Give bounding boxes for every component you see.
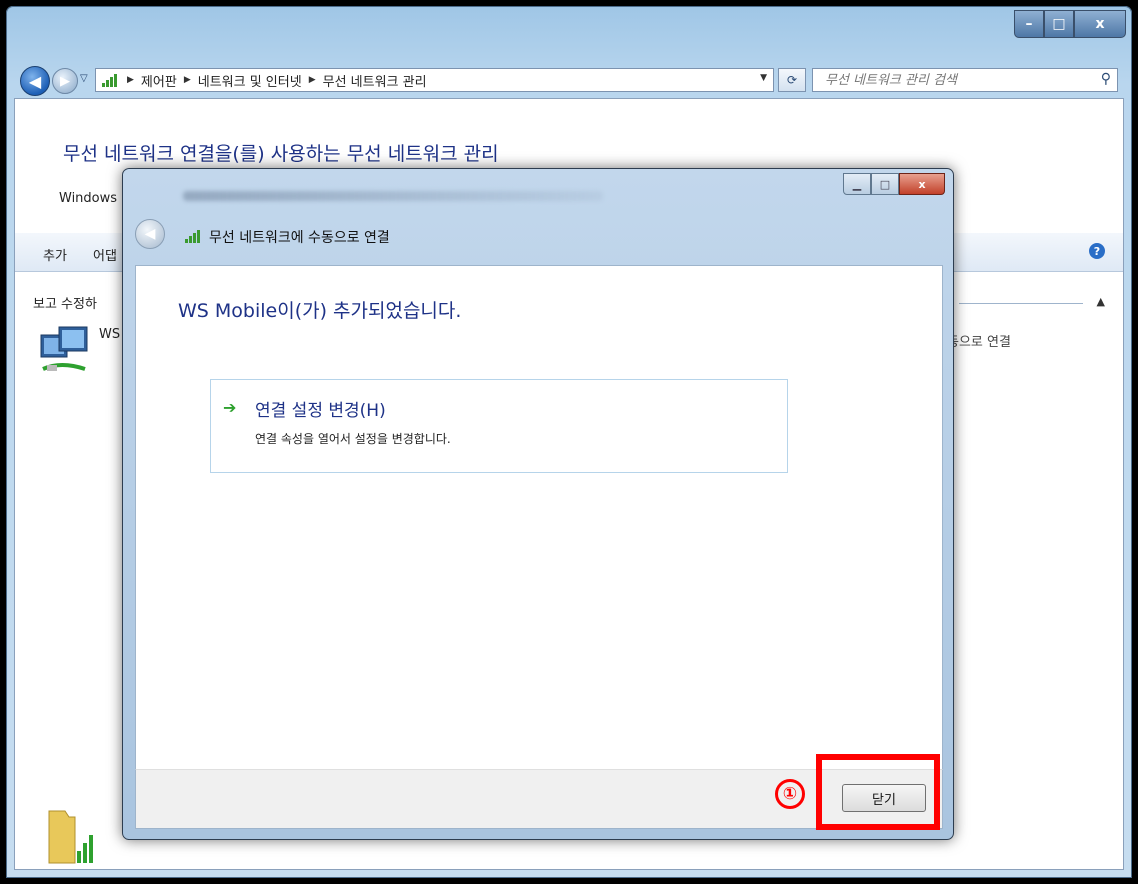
dialog-body: WS Mobile이(가) 추가되었습니다. ➔ 연결 설정 변경(H) 연결 … [135, 265, 943, 771]
connect-wireless-dialog: ▁ □ x ◀ 무선 네트워크에 수동으로 연결 WS Mobile이(가) 추… [122, 168, 954, 840]
step-number-badge: ① [775, 779, 805, 809]
collapse-chevron-icon[interactable]: ▲ [1097, 295, 1105, 308]
forward-arrow-icon[interactable]: ▶ [52, 68, 78, 94]
breadcrumb-separator-icon[interactable]: ▶ [184, 75, 191, 85]
green-arrow-icon: ➔ [223, 398, 237, 417]
change-connection-settings-link[interactable]: ➔ 연결 설정 변경(H) 연결 속성을 열어서 설정을 변경합니다. [210, 379, 788, 473]
address-dropdown-icon[interactable]: ▼ [760, 73, 767, 83]
breadcrumb-network-internet[interactable]: 네트워크 및 인터넷 [198, 71, 302, 90]
wireless-signal-icon [102, 73, 120, 87]
network-item-name[interactable]: WS [99, 327, 120, 342]
dialog-minimize-button[interactable]: ▁ [843, 173, 871, 195]
wireless-folder-icon [48, 810, 93, 864]
dialog-titlebar-blur [183, 191, 603, 201]
network-item-status: 동으로 연결 [947, 335, 1011, 350]
option-description: 연결 속성을 열어서 설정을 변경합니다. [255, 432, 451, 446]
add-command[interactable]: 추가 [43, 245, 67, 264]
breadcrumb-wireless-manage[interactable]: 무선 네트워크 관리 [323, 71, 427, 90]
option-title: 연결 설정 변경(H) [255, 401, 386, 421]
group-divider [959, 303, 1083, 304]
search-input[interactable] [813, 69, 1067, 92]
adapter-command[interactable]: 어댑 [93, 245, 117, 264]
search-icon[interactable]: ⚲ [1101, 71, 1111, 87]
maximize-button[interactable]: □ [1044, 10, 1074, 38]
history-dropdown-icon[interactable]: ▽ [80, 73, 88, 84]
help-icon[interactable]: ? [1089, 243, 1105, 259]
breadcrumb-separator-icon[interactable]: ▶ [127, 75, 134, 85]
dialog-heading: WS Mobile이(가) 추가되었습니다. [178, 300, 462, 322]
list-group-header: 보고 수정하 [33, 297, 97, 312]
breadcrumb-control-panel[interactable]: 제어판 [141, 71, 177, 90]
window-controls: – □ x [1014, 10, 1126, 38]
wireless-signal-icon [185, 229, 203, 243]
close-window-button[interactable]: x [1074, 10, 1126, 38]
address-bar[interactable]: ▶ 제어판 ▶ 네트워크 및 인터넷 ▶ 무선 네트워크 관리 ▼ [95, 68, 774, 92]
page-subtitle: Windows [59, 191, 118, 206]
dialog-controls: ▁ □ x [843, 173, 945, 195]
network-computers-icon [40, 326, 88, 371]
search-box: ⚲ [812, 68, 1118, 92]
dialog-maximize-button[interactable]: □ [871, 173, 899, 195]
dialog-close-button[interactable]: x [899, 173, 945, 195]
minimize-button[interactable]: – [1014, 10, 1044, 38]
navigation-bar: ◀ ▶ ▽ ▶ 제어판 ▶ 네트워크 및 인터넷 ▶ 무선 네트워크 관리 ▼ … [20, 66, 1118, 96]
dialog-title: 무선 네트워크에 수동으로 연결 [209, 230, 390, 246]
page-title: 무선 네트워크 연결을(를) 사용하는 무선 네트워크 관리 [63, 143, 499, 165]
refresh-icon[interactable]: ⟳ [778, 68, 806, 92]
dialog-back-arrow-icon[interactable]: ◀ [135, 219, 165, 249]
breadcrumb-separator-icon[interactable]: ▶ [309, 75, 316, 85]
back-arrow-icon[interactable]: ◀ [20, 66, 50, 96]
red-highlight-box [816, 754, 940, 830]
